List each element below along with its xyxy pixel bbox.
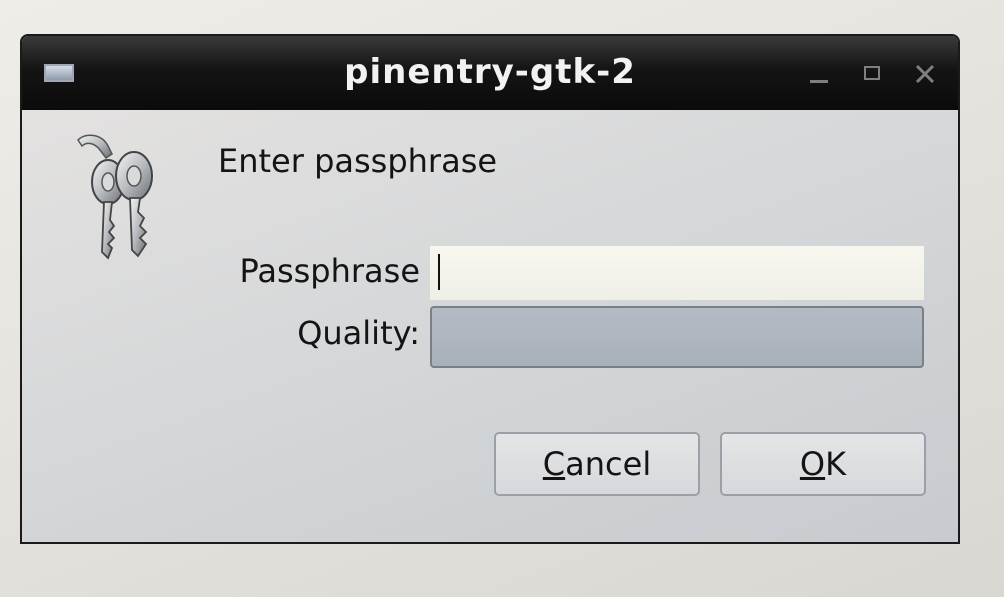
- ok-button[interactable]: OK: [720, 432, 926, 496]
- ok-label: K: [825, 445, 847, 483]
- cancel-mnemonic: C: [542, 445, 566, 483]
- pinentry-dialog-window: pinentry-gtk-2 Enter passphrase Passphra…: [20, 34, 960, 544]
- prompt-description: Enter passphrase: [218, 142, 498, 180]
- keys-icon: [77, 134, 153, 260]
- quality-meter: [430, 306, 924, 368]
- close-icon[interactable]: [912, 62, 938, 86]
- minimize-glyph: [810, 80, 828, 83]
- maximize-glyph: [864, 66, 880, 80]
- close-glyph: [915, 64, 935, 84]
- maximize-icon[interactable]: [860, 62, 886, 86]
- passphrase-input[interactable]: [430, 246, 924, 300]
- cancel-button[interactable]: Cancel: [494, 432, 700, 496]
- cancel-label: ancel: [565, 445, 652, 483]
- passphrase-label: Passphrase: [239, 252, 420, 290]
- quality-label: Quality:: [297, 314, 420, 352]
- text-cursor: [438, 254, 440, 290]
- window-titlebar[interactable]: pinentry-gtk-2: [22, 36, 958, 110]
- minimize-icon[interactable]: [806, 62, 832, 86]
- ok-mnemonic: O: [799, 445, 826, 483]
